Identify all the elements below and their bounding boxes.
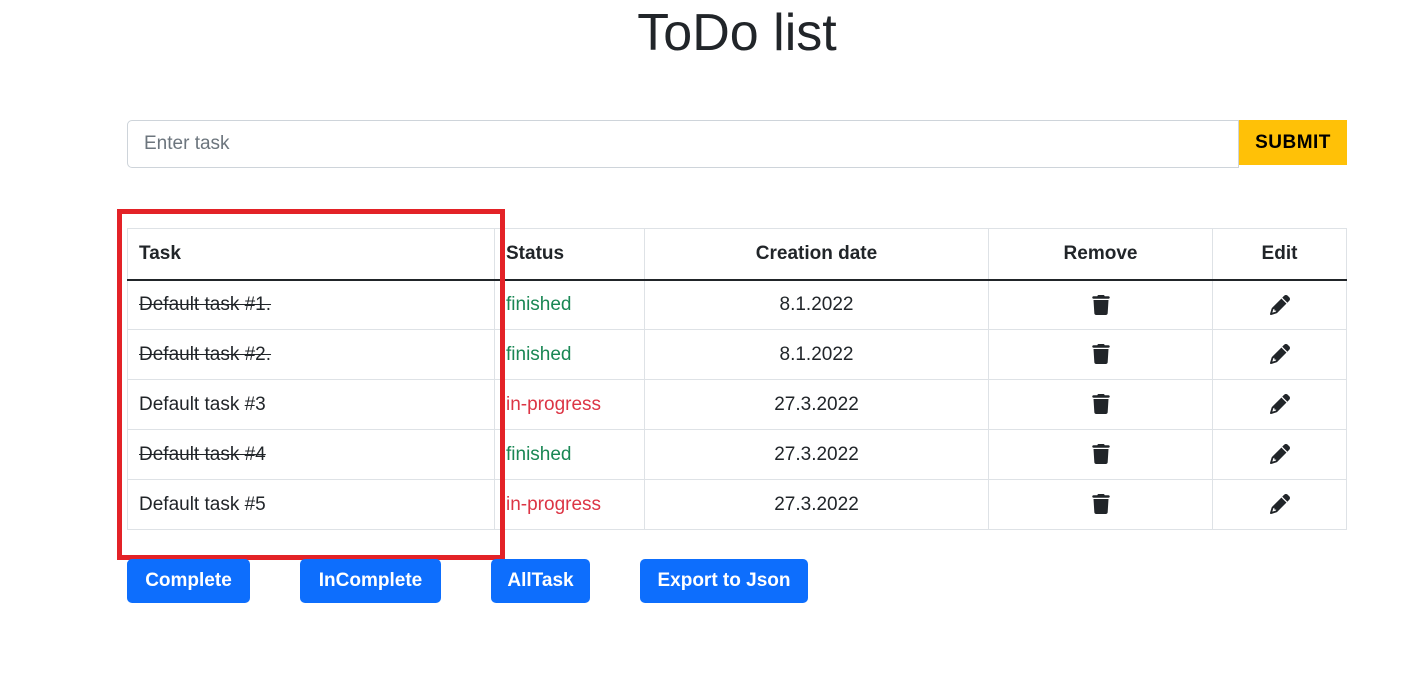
complete-button[interactable]: Complete (127, 559, 250, 603)
task-status-cell: finished (494, 279, 645, 330)
creation-date-cell: 27.3.2022 (644, 379, 989, 430)
page-title: ToDo list (637, 4, 837, 62)
pencil-icon[interactable] (1269, 344, 1290, 365)
submit-button[interactable]: SUBMIT (1239, 120, 1347, 165)
task-status-cell: finished (494, 329, 645, 380)
task-status-cell: in-progress (494, 479, 645, 530)
creation-date-cell: 8.1.2022 (644, 329, 989, 380)
task-name-cell: Default task #4 (127, 429, 495, 480)
edit-cell (1212, 379, 1347, 430)
column-header-creation-date: Creation date (644, 228, 989, 281)
remove-cell (988, 379, 1213, 430)
table-row: Default task #3 in-progress 27.3.2022 (127, 379, 1347, 430)
remove-cell (988, 279, 1213, 330)
task-form: SUBMIT (127, 120, 1347, 168)
task-name-cell: Default task #3 (127, 379, 495, 430)
table-row: Default task #2. finished 8.1.2022 (127, 329, 1347, 380)
pencil-icon[interactable] (1269, 444, 1290, 465)
creation-date-cell: 8.1.2022 (644, 279, 989, 330)
task-status-cell: in-progress (494, 379, 645, 430)
task-status-cell: finished (494, 429, 645, 480)
table-row: Default task #1. finished 8.1.2022 (127, 279, 1347, 330)
table-row: Default task #5 in-progress 27.3.2022 (127, 479, 1347, 530)
incomplete-button[interactable]: InComplete (300, 559, 441, 603)
remove-cell (988, 479, 1213, 530)
edit-cell (1212, 279, 1347, 330)
column-header-status: Status (494, 228, 645, 281)
column-header-task: Task (127, 228, 495, 281)
task-table: Task Status Creation date Remove Edit De… (127, 228, 1347, 530)
pencil-icon[interactable] (1269, 394, 1290, 415)
task-input[interactable] (127, 120, 1239, 168)
edit-cell (1212, 479, 1347, 530)
edit-cell (1212, 429, 1347, 480)
edit-cell (1212, 329, 1347, 380)
task-name-cell: Default task #2. (127, 329, 495, 380)
table-header: Task Status Creation date Remove Edit (127, 228, 1347, 281)
table-row: Default task #4 finished 27.3.2022 (127, 429, 1347, 480)
remove-cell (988, 329, 1213, 380)
table-body: Default task #1. finished 8.1.2022 Default … (127, 279, 1347, 530)
todo-page: ToDo list SUBMIT Task Status Creation da… (0, 0, 1417, 677)
column-header-remove: Remove (988, 228, 1213, 281)
task-name-cell: Default task #1. (127, 279, 495, 330)
trash-icon[interactable] (1091, 444, 1110, 465)
trash-icon[interactable] (1091, 394, 1110, 415)
trash-icon[interactable] (1091, 344, 1110, 365)
pencil-icon[interactable] (1269, 294, 1290, 315)
creation-date-cell: 27.3.2022 (644, 479, 989, 530)
remove-cell (988, 429, 1213, 480)
trash-icon[interactable] (1091, 494, 1110, 515)
trash-icon[interactable] (1091, 294, 1110, 315)
task-name-cell: Default task #5 (127, 479, 495, 530)
column-header-edit: Edit (1212, 228, 1347, 281)
all-tasks-button[interactable]: AllTask (491, 559, 590, 603)
creation-date-cell: 27.3.2022 (644, 429, 989, 480)
export-json-button[interactable]: Export to Json (640, 559, 808, 603)
pencil-icon[interactable] (1269, 494, 1290, 515)
table-header-row: Task Status Creation date Remove Edit (127, 228, 1347, 281)
